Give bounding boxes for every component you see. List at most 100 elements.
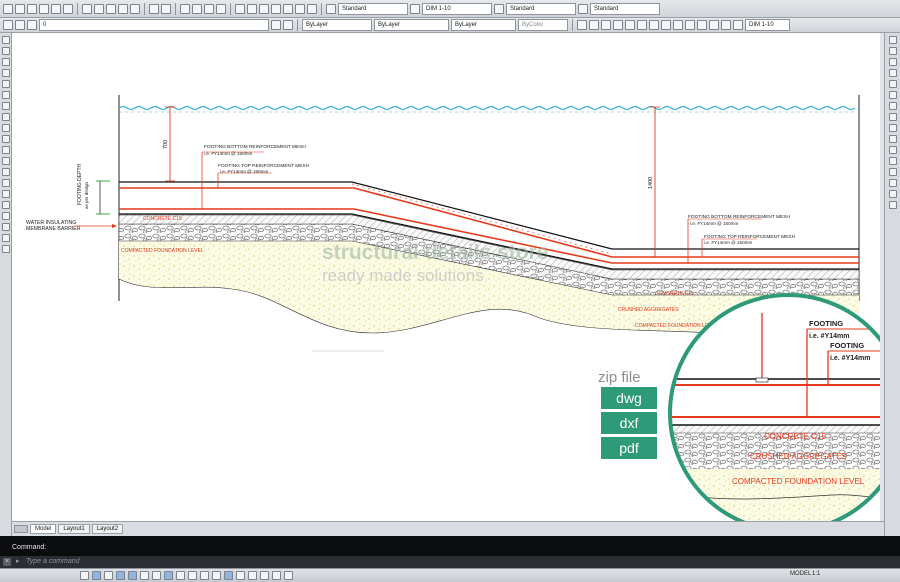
ellipse-arc-icon[interactable] — [1, 146, 10, 154]
break-icon[interactable] — [888, 157, 897, 165]
qp-icon[interactable] — [697, 20, 707, 30]
dynamic-input-icon[interactable] — [164, 571, 173, 580]
offset-icon[interactable] — [888, 69, 897, 77]
layer-state-icon[interactable] — [15, 20, 25, 30]
command-input[interactable]: Type a command — [26, 558, 80, 565]
command-line[interactable]: × ▸ Type a command — [0, 556, 900, 568]
hatch-icon[interactable] — [1, 190, 10, 198]
otrack-icon[interactable] — [649, 20, 659, 30]
copy-object-icon[interactable] — [888, 47, 897, 55]
snap-settings-icon[interactable] — [589, 20, 599, 30]
polar-icon[interactable] — [625, 20, 635, 30]
save-icon[interactable] — [27, 3, 37, 14]
revision-cloud-icon[interactable] — [1, 113, 10, 121]
region-icon[interactable] — [1, 212, 10, 220]
rectangle-icon[interactable] — [1, 80, 10, 88]
multileader-style-icon[interactable] — [578, 3, 588, 14]
tab-model[interactable]: Model — [30, 524, 57, 534]
erase-icon[interactable] — [888, 36, 897, 44]
rotate-icon[interactable] — [888, 102, 897, 110]
ortho-icon[interactable] — [613, 20, 623, 30]
dimension-style-select-right[interactable]: DIM 1-10 — [745, 19, 790, 31]
color-select[interactable]: ByLayer — [302, 19, 372, 31]
cut-icon[interactable] — [82, 3, 92, 14]
am-icon[interactable] — [721, 20, 731, 30]
scale-icon[interactable] — [888, 113, 897, 121]
model-indicator[interactable]: MODEL — [790, 571, 811, 577]
ducs-icon[interactable] — [661, 20, 671, 30]
ortho-mode-icon[interactable] — [104, 571, 113, 580]
dimension-style-icon[interactable] — [410, 3, 420, 14]
layer-select[interactable]: 0 — [39, 19, 269, 31]
stretch-icon[interactable] — [888, 124, 897, 132]
dimstyle-icon[interactable] — [733, 20, 743, 30]
multileader-style-select[interactable]: Standard — [590, 2, 660, 15]
zoom-realtime-icon[interactable] — [192, 3, 202, 14]
multiline-text-icon[interactable] — [1, 234, 10, 242]
text-style-select[interactable]: Standard — [338, 2, 408, 15]
pan-icon[interactable] — [180, 3, 190, 14]
calculator-icon[interactable] — [295, 3, 305, 14]
design-center-icon[interactable] — [247, 3, 257, 14]
annotation-scale[interactable]: 1:1 — [812, 571, 820, 577]
selection-cycling-icon[interactable] — [212, 571, 221, 580]
publish-icon[interactable] — [63, 3, 73, 14]
chamfer-icon[interactable] — [888, 179, 897, 187]
lwt-icon[interactable] — [685, 20, 695, 30]
insert-block-icon[interactable] — [1, 157, 10, 165]
model-space-icon[interactable] — [236, 571, 245, 580]
close-icon[interactable]: × — [3, 558, 11, 566]
zoom-previous-icon[interactable] — [216, 3, 226, 14]
grid-icon[interactable] — [601, 20, 611, 30]
navigation-icon[interactable] — [272, 571, 281, 580]
make-block-icon[interactable] — [1, 168, 10, 176]
join-icon[interactable] — [888, 168, 897, 176]
gradient-icon[interactable] — [1, 201, 10, 209]
ellipse-icon[interactable] — [1, 135, 10, 143]
dynamic-ucs-icon[interactable] — [152, 571, 161, 580]
paste-icon[interactable] — [106, 3, 116, 14]
transparency-icon[interactable] — [188, 571, 197, 580]
text-style-icon[interactable] — [326, 3, 336, 14]
circle-icon[interactable] — [1, 102, 10, 110]
dyn-icon[interactable] — [673, 20, 683, 30]
spline-icon[interactable] — [1, 124, 10, 132]
table-style-icon[interactable] — [494, 3, 504, 14]
workspace-icon[interactable] — [577, 20, 587, 30]
annotation-monitor-icon[interactable] — [224, 571, 233, 580]
help-icon[interactable] — [307, 3, 317, 14]
object-snap-icon[interactable] — [128, 571, 137, 580]
object-snap-tracking-icon[interactable] — [140, 571, 149, 580]
sc-icon[interactable] — [709, 20, 719, 30]
tool-palettes-icon[interactable] — [259, 3, 269, 14]
open-file-icon[interactable] — [15, 3, 25, 14]
extend-icon[interactable] — [888, 146, 897, 154]
undo-icon[interactable] — [149, 3, 159, 14]
new-file-icon[interactable] — [3, 3, 13, 14]
print-icon[interactable] — [39, 3, 49, 14]
trim-icon[interactable] — [888, 135, 897, 143]
block-editor-icon[interactable] — [130, 3, 140, 14]
polygon-icon[interactable] — [1, 69, 10, 77]
polyline-icon[interactable] — [1, 58, 10, 66]
copy-icon[interactable] — [94, 3, 104, 14]
snap-mode-icon[interactable] — [80, 571, 89, 580]
point-icon[interactable] — [1, 179, 10, 187]
mirror-icon[interactable] — [888, 58, 897, 66]
tab-scroll-arrows-icon[interactable] — [14, 525, 28, 533]
drawing-area[interactable]: 700 1400 FOOTING DEPTH as per design WAT… — [12, 33, 880, 521]
construction-line-icon[interactable] — [1, 47, 10, 55]
fillet-icon[interactable] — [888, 190, 897, 198]
layer-manager-icon[interactable] — [3, 20, 13, 30]
match-properties-icon[interactable] — [118, 3, 128, 14]
quick-view-icon[interactable] — [260, 571, 269, 580]
explode-icon[interactable] — [888, 201, 897, 209]
make-current-icon[interactable] — [271, 20, 281, 30]
table-style-select[interactable]: Standard — [506, 2, 576, 15]
linetype-select[interactable]: ByLayer — [374, 19, 449, 31]
layer-bulb-icon[interactable] — [27, 20, 37, 30]
tab-layout1[interactable]: Layout1 — [58, 524, 90, 534]
plotstyle-select[interactable]: ByColor — [518, 19, 568, 31]
quick-properties-icon[interactable] — [200, 571, 209, 580]
array-icon[interactable] — [888, 80, 897, 88]
